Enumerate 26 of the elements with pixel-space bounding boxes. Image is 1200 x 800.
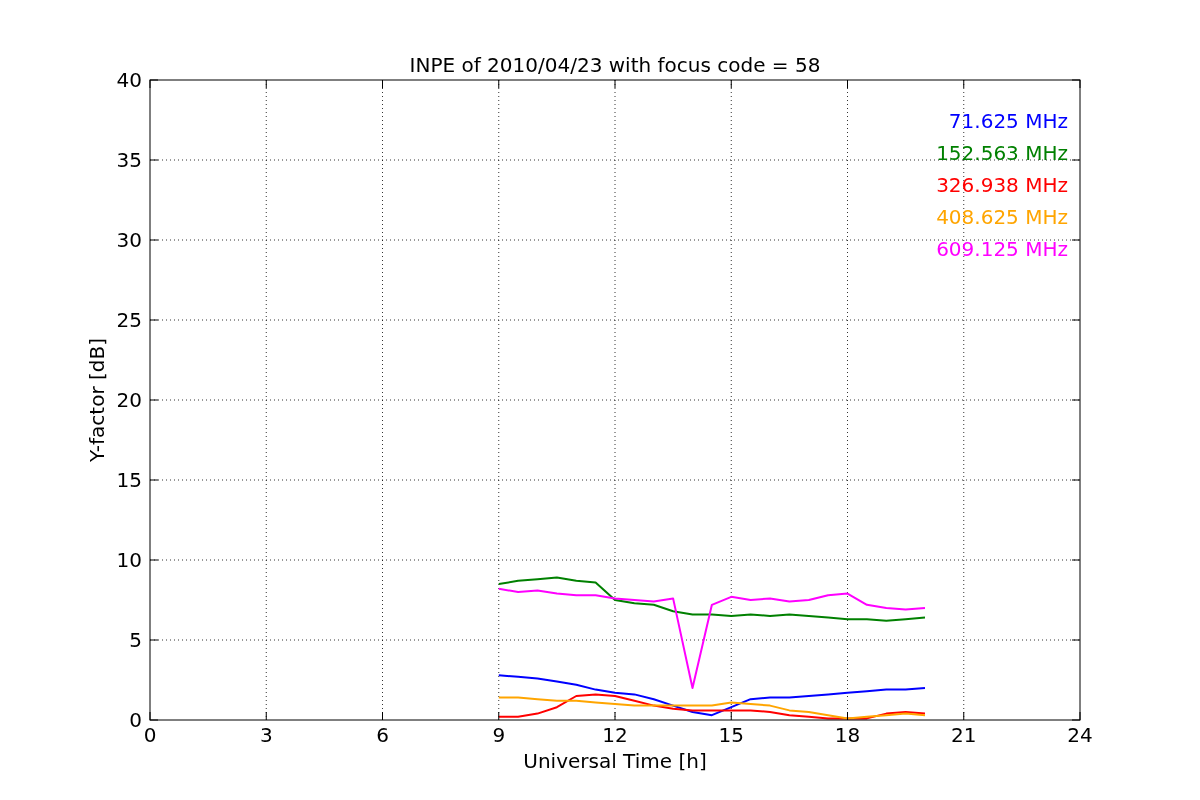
legend-label: 609.125 MHz (936, 237, 1068, 261)
y-tick-label: 0 (129, 708, 142, 732)
x-tick-label: 6 (376, 723, 389, 747)
y-tick-label: 40 (116, 68, 142, 92)
chart-title: INPE of 2010/04/23 with focus code = 58 (409, 53, 821, 77)
x-tick-label: 15 (718, 723, 744, 747)
legend-label: 152.563 MHz (936, 141, 1068, 165)
y-tick-label: 35 (116, 148, 142, 172)
y-axis-label: Y-factor [dB] (85, 338, 109, 462)
x-tick-label: 3 (259, 723, 273, 747)
x-tick-label: 24 (1067, 723, 1093, 747)
x-tick-label: 9 (492, 723, 506, 747)
y-tick-label: 15 (116, 468, 142, 492)
y-tick-label: 30 (116, 228, 142, 252)
x-tick-label: 21 (951, 723, 977, 747)
x-tick-label: 12 (602, 723, 628, 747)
y-tick-label: 10 (116, 548, 142, 572)
y-tick-label: 25 (116, 308, 142, 332)
x-tick-label: 18 (834, 723, 861, 747)
x-tick-label: 0 (143, 723, 157, 747)
y-tick-label: 5 (129, 628, 142, 652)
y-tick-label: 20 (116, 388, 142, 412)
legend-label: 71.625 MHz (948, 109, 1068, 133)
x-axis-label: Universal Time [h] (523, 749, 707, 773)
legend-label: 408.625 MHz (936, 205, 1068, 229)
legend-label: 326.938 MHz (936, 173, 1068, 197)
